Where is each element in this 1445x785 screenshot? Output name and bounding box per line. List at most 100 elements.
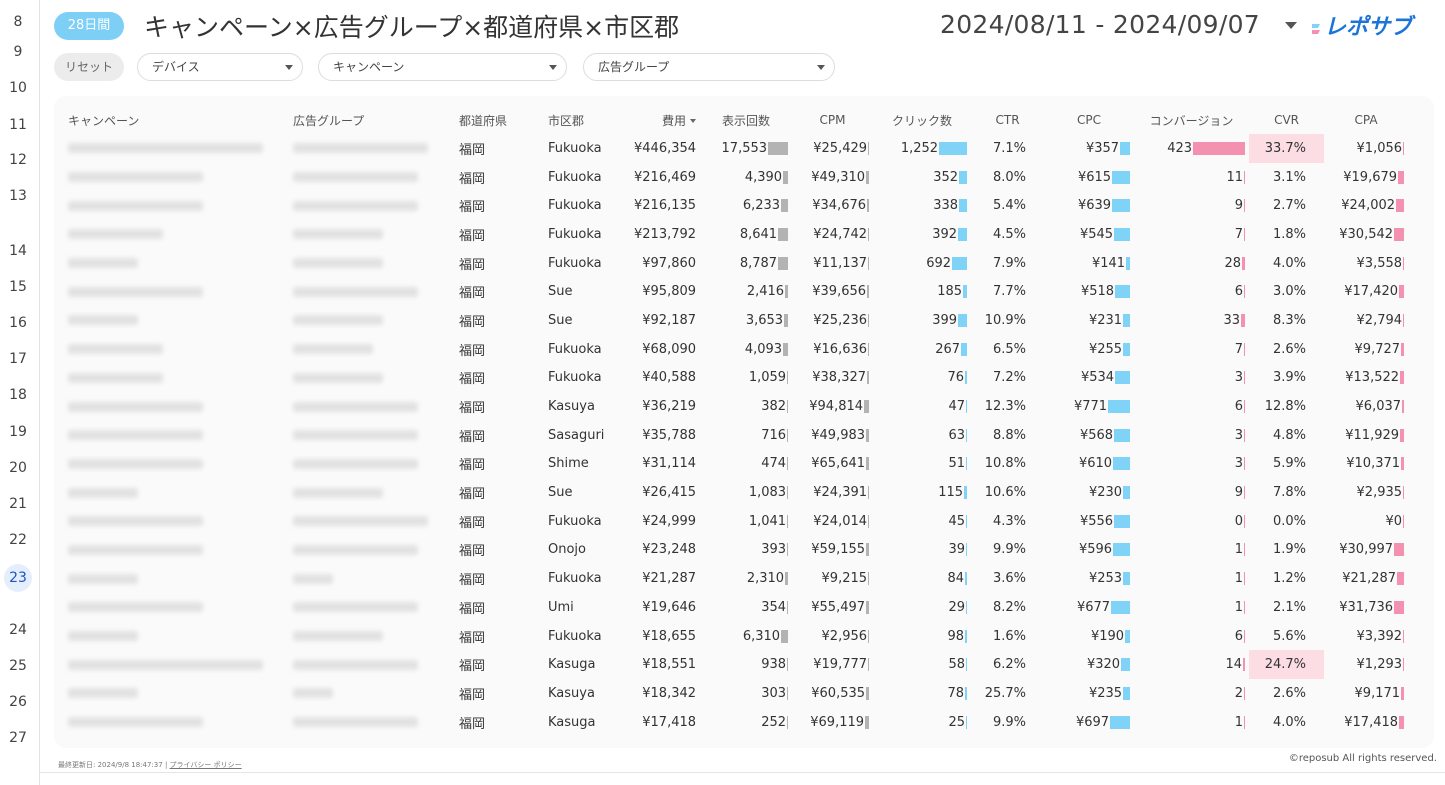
table-row[interactable]: 福岡 Fukuoka ¥18,655 6,310 ¥2,956 98 1.6% ¥190 6 5.…: [54, 622, 1408, 651]
cell-ctr: 3.6%: [993, 571, 1027, 587]
col-prefecture[interactable]: 都道府県: [445, 106, 534, 134]
metric-bar: [1244, 629, 1246, 643]
col-impressions[interactable]: 表示回数: [700, 106, 792, 134]
cell-ctr: 8.2%: [993, 599, 1027, 615]
table-row[interactable]: 福岡 Onojo ¥23,248 393 ¥59,155 39 9.9% ¥596 1 1.9% ¥…: [54, 536, 1408, 565]
cell-clicks: 267: [873, 335, 971, 364]
cell-impressions: 8,787: [700, 249, 792, 278]
col-cost-header[interactable]: 費用: [634, 106, 700, 134]
cell-value: ¥24,742: [813, 226, 868, 242]
metric-bar: [966, 600, 968, 614]
cell-value: ¥24,002: [1341, 198, 1396, 214]
cell-clicks: 185: [873, 277, 971, 306]
page-title: キャンペーン×広告グループ×都道府県×市区郡: [144, 13, 680, 42]
metric-bar: [866, 600, 870, 614]
metric-bar: [1244, 715, 1246, 729]
cell-ctr: 7.9%: [993, 255, 1027, 271]
redacted-text: [293, 544, 418, 555]
metric-bar: [781, 629, 789, 643]
table-row[interactable]: 福岡 Fukuoka ¥213,792 8,641 ¥24,742 392 4.5% ¥545…: [54, 220, 1408, 249]
redacted-text: [68, 200, 203, 211]
table-row[interactable]: 福岡 Sasaguri ¥35,788 716 ¥49,983 63 8.8% ¥568 3 4.…: [54, 421, 1408, 450]
table-row[interactable]: 福岡 Fukuoka ¥216,135 6,233 ¥34,676 338 5.4% ¥639…: [54, 191, 1408, 220]
metric-bar: [1394, 227, 1405, 241]
cell-ctr: 7.2%: [993, 370, 1027, 386]
cell-cpc: ¥639: [1044, 191, 1134, 220]
logo-text: レポサブ: [1324, 14, 1416, 40]
table-row[interactable]: 福岡 Kasuya ¥36,219 382 ¥94,814 47 12.3% ¥771 6 12.…: [54, 392, 1408, 421]
cell-clicks: 58: [873, 650, 971, 679]
cell-cpa: ¥30,997: [1324, 536, 1408, 565]
table-row[interactable]: 福岡 Fukuoka ¥68,090 4,093 ¥16,636 267 6.5% ¥255 7…: [54, 335, 1408, 364]
metric-bar: [1244, 600, 1246, 614]
col-cpa[interactable]: CPA: [1324, 106, 1408, 134]
col-ctr[interactable]: CTR: [971, 106, 1044, 134]
cell-cpm: ¥49,983: [792, 421, 873, 450]
period-badge[interactable]: 28日間: [54, 12, 124, 40]
chevron-down-icon[interactable]: [1285, 22, 1297, 29]
table-row[interactable]: 福岡 Fukuoka ¥40,588 1,059 ¥38,327 76 7.2% ¥534 3 3…: [54, 364, 1408, 393]
table-row[interactable]: 福岡 Sue ¥92,187 3,653 ¥25,236 399 10.9% ¥231 33 8.…: [54, 306, 1408, 335]
cell-value: 1: [1234, 599, 1244, 615]
col-campaign[interactable]: キャンペーン: [54, 106, 279, 134]
cell-impressions: 6,310: [700, 622, 792, 651]
cell-value: 11: [1226, 169, 1244, 185]
ad-group-filter-dropdown[interactable]: 広告グループ: [583, 53, 835, 81]
line-number: 18: [9, 387, 27, 403]
metric-bar: [1111, 600, 1131, 614]
metric-bar: [1241, 313, 1246, 327]
cell-value: ¥2,794: [1356, 312, 1403, 328]
table-row[interactable]: 福岡 Sue ¥26,415 1,083 ¥24,391 115 10.6% ¥230 9 7.8…: [54, 478, 1408, 507]
col-clicks[interactable]: クリック数: [873, 106, 971, 134]
cell-value: 1,041: [748, 513, 787, 529]
col-city[interactable]: 市区郡: [534, 106, 634, 134]
date-range-picker[interactable]: 2024/08/11 - 2024/09/07: [940, 10, 1260, 39]
col-ad-group[interactable]: 広告グループ: [279, 106, 445, 134]
reset-button[interactable]: リセット: [54, 53, 124, 81]
cell-value: ¥231: [1088, 312, 1123, 328]
cell-clicks: 352: [873, 163, 971, 192]
cell-value: 3: [1234, 427, 1244, 443]
cell-cpc: ¥697: [1044, 708, 1134, 737]
cell-cvr: 4.0%: [1273, 255, 1307, 271]
cell-value: 393: [761, 542, 787, 558]
table-row[interactable]: 福岡 Fukuoka ¥24,999 1,041 ¥24,014 45 4.3% ¥556 0 0…: [54, 507, 1408, 536]
col-cpc[interactable]: CPC: [1044, 106, 1134, 134]
cell-clicks: 392: [873, 220, 971, 249]
metric-bar: [1400, 428, 1405, 442]
cell-value: 6,310: [742, 628, 781, 644]
cell-clicks: 45: [873, 507, 971, 536]
cell-value: 303: [761, 685, 787, 701]
metric-bar: [787, 486, 789, 500]
table-row[interactable]: 福岡 Fukuoka ¥21,287 2,310 ¥9,215 84 3.6% ¥253 1 1.…: [54, 564, 1408, 593]
table-row[interactable]: 福岡 Fukuoka ¥446,354 17,553 ¥25,429 1,252 7.1% ¥…: [54, 134, 1408, 163]
col-cvr[interactable]: CVR: [1249, 106, 1324, 134]
table-row[interactable]: 福岡 Kasuga ¥18,551 938 ¥19,777 58 6.2% ¥320 14 24.…: [54, 650, 1408, 680]
line-number: 20: [9, 460, 27, 476]
redacted-text: [293, 602, 418, 613]
metric-bar: [1244, 428, 1246, 442]
cell-value: 474: [761, 456, 787, 472]
device-filter-dropdown[interactable]: デバイス: [137, 53, 303, 81]
table-row[interactable]: 福岡 Umi ¥19,646 354 ¥55,497 29 8.2% ¥677 1 2.1% ¥31…: [54, 593, 1408, 622]
privacy-policy-link[interactable]: プライバシー ポリシー: [170, 761, 242, 769]
cell-cpa: ¥9,171: [1324, 679, 1408, 708]
col-cpm[interactable]: CPM: [792, 106, 873, 134]
cell-value: ¥320: [1086, 657, 1121, 673]
metric-bar: [768, 141, 789, 155]
cell-value: ¥190: [1090, 628, 1125, 644]
table-row[interactable]: 福岡 Kasuya ¥18,342 303 ¥60,535 78 25.7% ¥235 2 2.6…: [54, 679, 1408, 708]
metric-bar: [868, 658, 870, 672]
table-row[interactable]: 福岡 Fukuoka ¥216,469 4,390 ¥49,310 352 8.0% ¥615…: [54, 163, 1408, 192]
metric-bar: [866, 543, 870, 557]
cell-value: ¥65,641: [811, 456, 866, 472]
table-row[interactable]: 福岡 Kasuga ¥17,418 252 ¥69,119 25 9.9% ¥697 1 4.0%…: [54, 708, 1408, 737]
cell-value: 3,653: [745, 312, 784, 328]
table-row[interactable]: 福岡 Fukuoka ¥97,860 8,787 ¥11,137 692 7.9% ¥141 2…: [54, 249, 1408, 278]
table-row[interactable]: 福岡 Shime ¥31,114 474 ¥65,641 51 10.8% ¥610 3 5.9%…: [54, 450, 1408, 479]
table-row[interactable]: 福岡 Sue ¥95,809 2,416 ¥39,656 185 7.7% ¥518 6 3.0%…: [54, 277, 1408, 306]
redacted-text: [68, 172, 203, 183]
cell-value: ¥610: [1078, 456, 1113, 472]
col-conversions[interactable]: コンバージョン: [1134, 106, 1249, 134]
campaign-filter-dropdown[interactable]: キャンペーン: [318, 53, 567, 81]
